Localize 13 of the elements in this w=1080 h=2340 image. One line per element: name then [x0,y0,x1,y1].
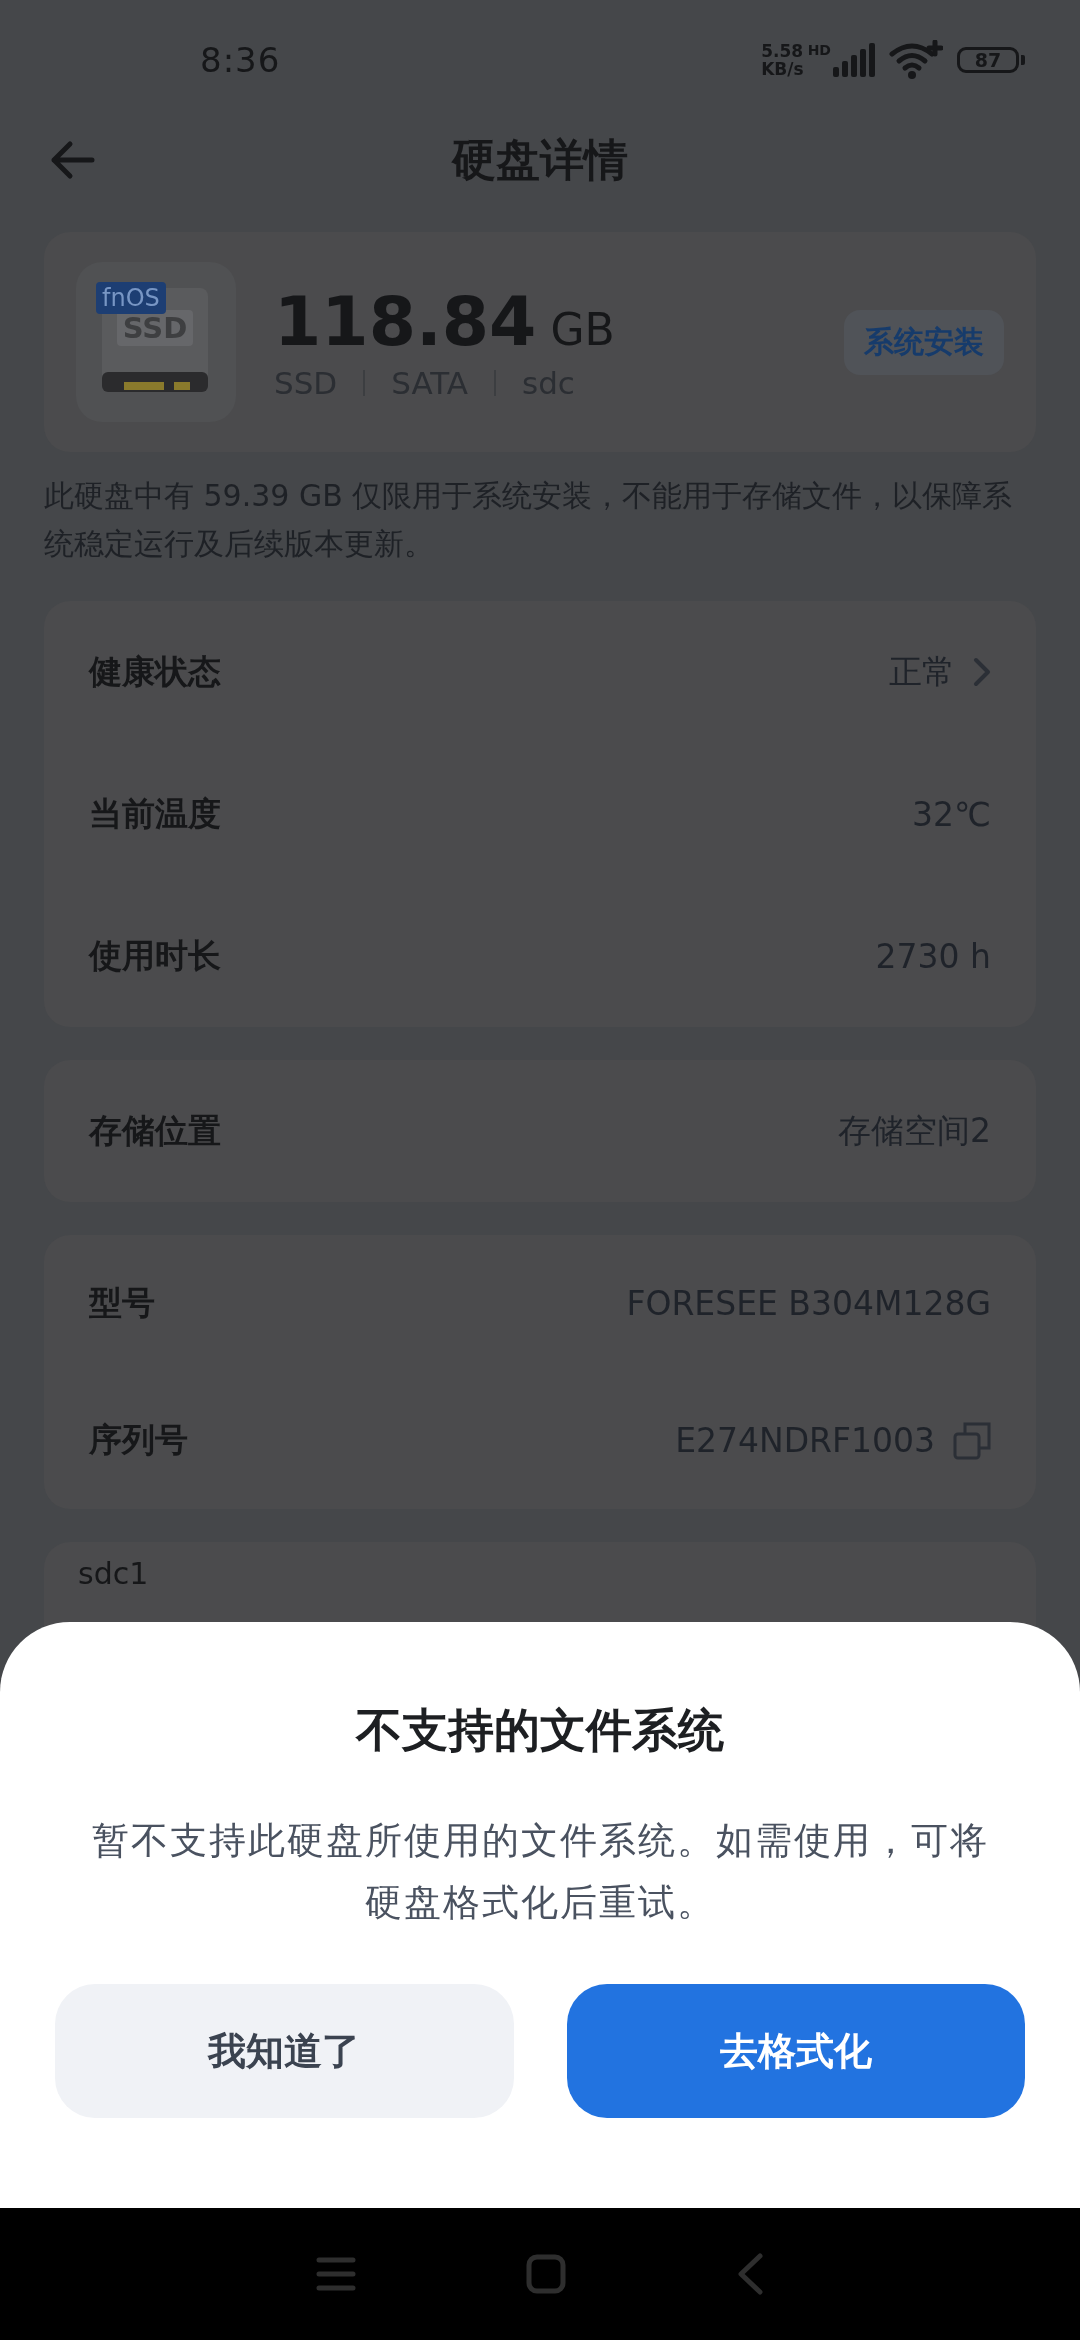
wifi-icon [889,40,943,80]
format-button[interactable]: 去格式化 [566,1984,1025,2118]
dismiss-button[interactable]: 我知道了 [55,1984,514,2118]
copy-icon[interactable] [953,1421,991,1460]
back-icon[interactable] [736,2253,764,2295]
os-badge: fnOS [96,282,166,314]
menu-icon[interactable] [316,2256,356,2292]
dialog-title: 不支持的文件系统 [356,1702,724,1759]
signal-icon [831,43,877,77]
chevron-right-icon[interactable] [973,657,991,687]
home-icon[interactable] [526,2254,566,2294]
system-install-tag: 系统安装 [844,309,1004,375]
dialog-message: 暂不支持此硬盘所使用的文件系统。如需使用，可将硬盘格式化后重试。 [90,1818,990,1926]
